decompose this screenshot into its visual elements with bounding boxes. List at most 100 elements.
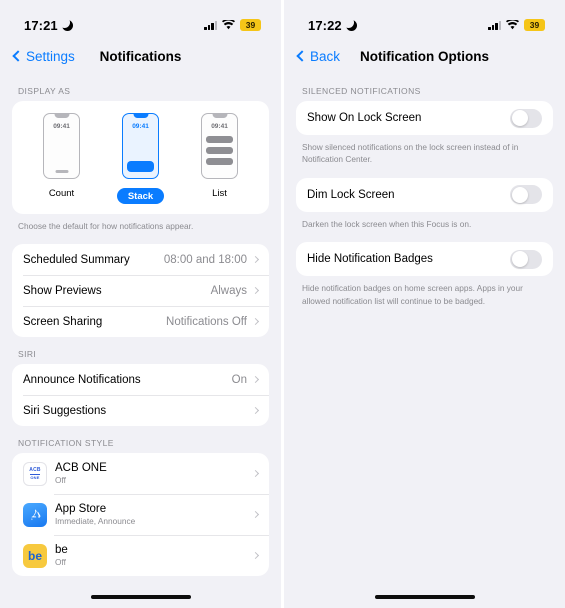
- row-scheduled-summary[interactable]: Scheduled Summary 08:00 and 18:00: [12, 244, 269, 275]
- crescent-moon-icon: [342, 16, 357, 31]
- display-option-list[interactable]: 09:41 List: [185, 113, 255, 199]
- status-bar-right-group: 39: [204, 19, 261, 31]
- back-button[interactable]: Back: [296, 49, 340, 64]
- count-badge-bar: [55, 170, 68, 173]
- app-name: App Store: [55, 503, 107, 516]
- be-app-icon: be: [23, 543, 47, 568]
- chevron-right-icon: [251, 376, 260, 384]
- battery-indicator: 39: [524, 19, 545, 31]
- display-option-count[interactable]: 09:41 Count: [27, 113, 97, 199]
- navigation-bar-right: Back Notification Options: [284, 38, 565, 74]
- notification-options-screen: 17:22 39 Back Notification Options SILEN…: [284, 0, 565, 608]
- app-row-acb-one[interactable]: ACB ONE ACB ONE Off: [12, 453, 269, 494]
- acb-one-app-icon: ACB ONE: [23, 461, 47, 486]
- general-settings-card: Scheduled Summary 08:00 and 18:00 Show P…: [12, 244, 269, 338]
- row-screen-sharing[interactable]: Screen Sharing Notifications Off: [12, 306, 269, 337]
- chevron-right-icon: [251, 470, 260, 478]
- status-bar-right: 17:22 39: [284, 0, 565, 38]
- row-value: Always: [210, 284, 247, 297]
- row-label: Dim Lock Screen: [307, 188, 395, 201]
- status-time: 17:22: [308, 17, 342, 33]
- notifications-screen: 17:21 39 Settings Notifications DISPLAY …: [0, 0, 281, 608]
- row-label: Show On Lock Screen: [307, 112, 422, 124]
- row-show-on-lock-screen[interactable]: Show On Lock Screen: [296, 101, 553, 135]
- chevron-right-icon: [251, 287, 260, 295]
- wifi-icon: [506, 20, 519, 30]
- app-text: ACB ONE Off: [55, 462, 253, 485]
- app-text: be Off: [55, 544, 253, 567]
- chevron-right-icon: [251, 318, 260, 326]
- row-dim-lock-screen[interactable]: Dim Lock Screen: [296, 178, 553, 212]
- preview-time: 09:41: [132, 123, 149, 130]
- notifications-content: DISPLAY AS 09:41 Count 09:41 Stack 09:41…: [0, 74, 281, 577]
- display-as-section-footer: Choose the default for how notifications…: [18, 221, 194, 231]
- chevron-right-icon: [251, 511, 260, 519]
- stack-preview-phone: 09:41: [122, 113, 159, 179]
- app-status: Off: [55, 557, 66, 568]
- app-name: be: [55, 544, 68, 557]
- row-hide-notification-badges[interactable]: Hide Notification Badges: [296, 242, 553, 276]
- back-to-settings-button[interactable]: Settings: [12, 48, 75, 64]
- phone-notch: [133, 114, 148, 118]
- display-option-stack[interactable]: 09:41 Stack: [106, 113, 176, 204]
- cellular-bars-icon: [488, 20, 501, 30]
- notification-options-content: SILENCED NOTIFICATIONS Show On Lock Scre…: [284, 74, 565, 309]
- stack-card-bar: [127, 161, 154, 172]
- status-bar-left: 17:21 39: [0, 0, 281, 38]
- cellular-bars-icon: [204, 20, 217, 30]
- silenced-notifications-section-header: SILENCED NOTIFICATIONS: [302, 86, 421, 96]
- status-bar-right-group: 39: [488, 19, 545, 31]
- hide-notification-badges-card: Hide Notification Badges: [296, 242, 553, 277]
- row-value: Notifications Off: [166, 315, 247, 328]
- hide-notification-badges-toggle[interactable]: [510, 249, 542, 269]
- status-bar-left-group: 17:21: [24, 16, 73, 33]
- chevron-right-icon: [251, 552, 260, 560]
- navigation-bar-left: Settings Notifications: [0, 38, 281, 74]
- display-option-count-label: Count: [48, 188, 75, 199]
- chevron-left-icon: [296, 50, 308, 62]
- siri-section-header: SIRI: [18, 349, 37, 360]
- display-as-card: 09:41 Count 09:41 Stack 09:41 List: [12, 101, 269, 214]
- dim-lock-screen-card: Dim Lock Screen: [296, 177, 553, 212]
- status-time: 17:21: [24, 17, 58, 33]
- row-show-previews[interactable]: Show Previews Always: [12, 275, 269, 306]
- preview-time: 09:41: [53, 123, 70, 130]
- phone-notch: [54, 114, 69, 118]
- home-indicator-right: [374, 595, 475, 599]
- app-status: Off: [55, 475, 66, 486]
- display-as-section-header: DISPLAY AS: [18, 86, 71, 96]
- app-text: App Store Immediate, Announce: [55, 503, 253, 526]
- status-bar-left-group: 17:22: [308, 16, 357, 33]
- dual-screenshot-container: 17:21 39 Settings Notifications DISPLAY …: [0, 0, 565, 608]
- app-row-be[interactable]: be be Off: [12, 535, 269, 576]
- dim-lock-screen-footer: Darken the lock screen when this Focus i…: [302, 218, 472, 229]
- notification-style-section-header: NOTIFICATION STYLE: [18, 438, 114, 449]
- row-label: Siri Suggestions: [23, 404, 107, 417]
- phone-notch: [212, 114, 227, 118]
- crescent-moon-icon: [58, 16, 73, 31]
- row-label: Screen Sharing: [23, 315, 103, 328]
- chevron-right-icon: [251, 407, 260, 415]
- row-value: On: [231, 373, 247, 386]
- notification-style-card: ACB ONE ACB ONE Off App Store Immediate, …: [12, 453, 269, 577]
- row-announce-notifications[interactable]: Announce Notifications On: [12, 364, 269, 395]
- app-store-app-icon: [23, 502, 47, 527]
- list-rows: [206, 136, 233, 165]
- siri-card: Announce Notifications On Siri Suggestio…: [12, 364, 269, 427]
- app-status: Immediate, Announce: [55, 516, 136, 527]
- row-label: Show Previews: [23, 284, 102, 297]
- row-value: 08:00 and 18:00: [163, 253, 247, 266]
- display-option-stack-label: Stack: [116, 188, 165, 204]
- app-row-app-store[interactable]: App Store Immediate, Announce: [12, 494, 269, 535]
- row-siri-suggestions[interactable]: Siri Suggestions: [12, 395, 269, 426]
- wifi-icon: [222, 20, 235, 30]
- preview-time: 09:41: [211, 123, 228, 130]
- back-button-label: Settings: [26, 48, 75, 64]
- home-indicator-left: [90, 595, 191, 599]
- row-label: Hide Notification Badges: [307, 253, 433, 266]
- hide-notification-badges-footer: Hide notification badges on home screen …: [302, 283, 523, 306]
- dim-lock-screen-toggle[interactable]: [510, 185, 542, 205]
- show-on-lock-screen-toggle[interactable]: [510, 108, 542, 128]
- show-on-lock-screen-footer: Show silenced notifications on the lock …: [302, 142, 519, 165]
- show-on-lock-screen-card: Show On Lock Screen: [296, 101, 553, 135]
